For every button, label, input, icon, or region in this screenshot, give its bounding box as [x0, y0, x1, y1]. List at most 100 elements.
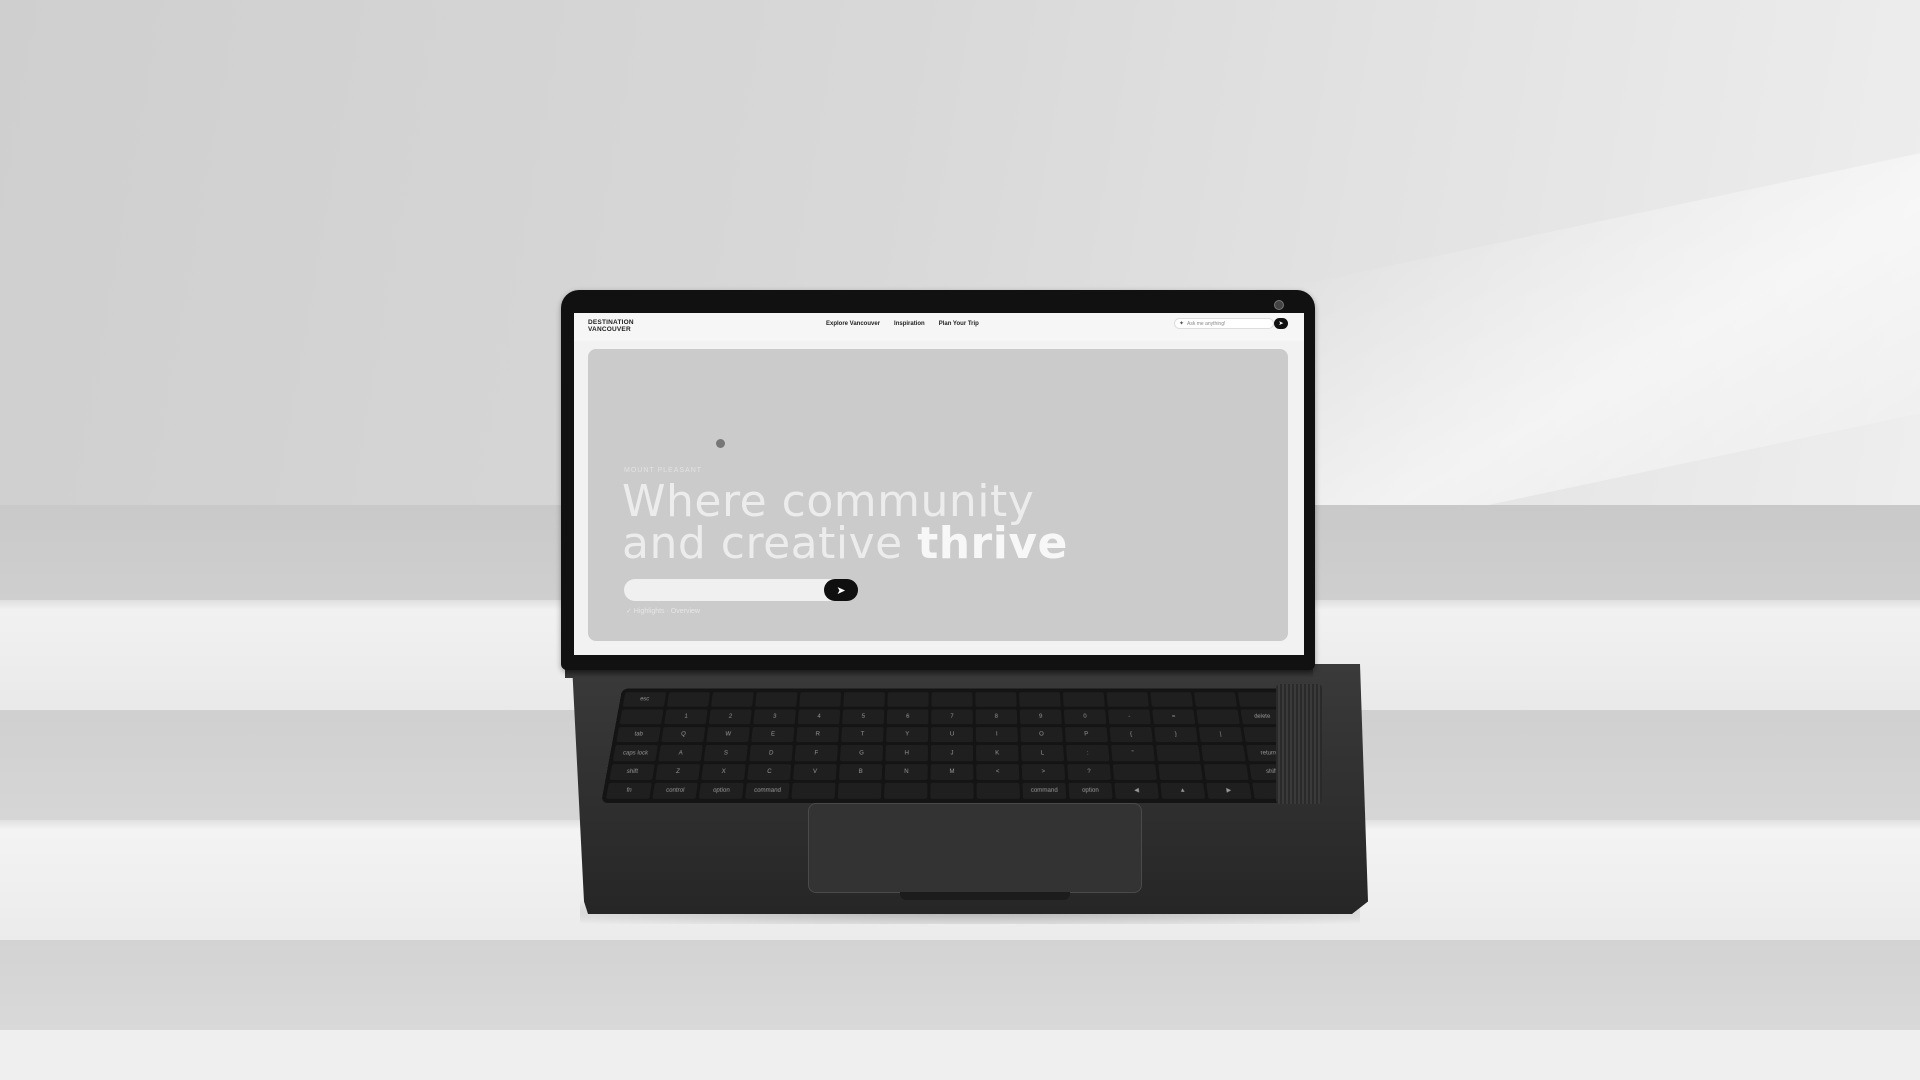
key-space — [791, 782, 836, 799]
key: C — [747, 763, 792, 780]
key — [1158, 763, 1203, 780]
sparkle-icon: ✦ — [1179, 321, 1185, 327]
key: J — [930, 745, 974, 761]
hero-search-input[interactable] — [624, 579, 856, 601]
site-logo[interactable]: DESTINATION VANCOUVER — [588, 319, 658, 333]
key-space — [884, 782, 928, 799]
key: 5 — [842, 709, 885, 725]
key — [799, 692, 842, 707]
key-command: command — [1022, 782, 1067, 799]
key-space — [837, 782, 882, 799]
nav-explore-vancouver[interactable]: Explore Vancouver — [826, 321, 880, 327]
key: = — [1152, 709, 1196, 725]
nav-inspiration[interactable]: Inspiration — [894, 321, 925, 327]
key: } — [1154, 727, 1198, 743]
key: 7 — [931, 709, 973, 725]
hero-title-emphasis: thrive — [917, 518, 1068, 569]
key-shift: shift — [609, 763, 655, 780]
key — [619, 709, 664, 725]
keyboard: esc 1 2 3 4 5 6 7 8 9 0 - = delete tab Q… — [601, 688, 1303, 803]
key: T — [841, 727, 884, 743]
key — [1203, 763, 1249, 780]
key-option: option — [698, 782, 744, 799]
key-control: control — [652, 782, 698, 799]
key: D — [749, 745, 793, 761]
key-tab: tab — [616, 727, 661, 743]
key-command: command — [745, 782, 790, 799]
key: 6 — [886, 709, 929, 725]
paper-plane-icon: ➤ — [836, 584, 846, 597]
key — [1019, 692, 1061, 707]
key: E — [751, 727, 795, 743]
hero-title: Where community and creative thrive — [622, 480, 1242, 566]
key — [755, 692, 798, 707]
key — [1112, 763, 1157, 780]
logo-line1: DESTINATION — [588, 319, 634, 326]
key-caps-lock: caps lock — [612, 745, 658, 761]
key: W — [706, 727, 750, 743]
key — [666, 692, 710, 707]
key: ▶ — [1206, 782, 1252, 799]
site-header: DESTINATION VANCOUVER Explore Vancouver … — [574, 313, 1304, 341]
key — [1062, 692, 1105, 707]
key-space — [930, 782, 974, 799]
key: X — [701, 763, 746, 780]
key: N — [884, 763, 928, 780]
key: B — [838, 763, 883, 780]
paper-plane-icon: ➤ — [1278, 321, 1284, 327]
key — [1150, 692, 1194, 707]
ask-placeholder: Ask me anything! — [1187, 320, 1226, 327]
laptop: esc 1 2 3 4 5 6 7 8 9 0 - = delete tab Q… — [0, 0, 1920, 1080]
key: - — [1108, 709, 1151, 725]
key: Y — [886, 727, 929, 743]
key: 4 — [797, 709, 841, 725]
key: : — [1066, 745, 1110, 761]
key: > — [1021, 763, 1066, 780]
key — [1196, 709, 1240, 725]
ask-input[interactable]: ✦ Ask me anything! — [1174, 318, 1274, 329]
trackpad — [808, 803, 1142, 893]
key: R — [796, 727, 840, 743]
hero-eyebrow: MOUNT PLEASANT — [624, 467, 703, 474]
key: U — [931, 727, 973, 743]
key: I — [975, 727, 1018, 743]
key: | — [1198, 727, 1243, 743]
key: Z — [655, 763, 701, 780]
hero-tags: ✓ Highlights · Overview — [626, 608, 700, 615]
key: 2 — [708, 709, 752, 725]
key: 9 — [1019, 709, 1062, 725]
key-esc: esc — [622, 692, 667, 707]
key — [843, 692, 885, 707]
key: M — [930, 763, 974, 780]
key: O — [1020, 727, 1063, 743]
key: < — [976, 763, 1020, 780]
key — [975, 692, 1017, 707]
hero-dot — [716, 439, 725, 448]
key: A — [658, 745, 703, 761]
key: 0 — [1063, 709, 1107, 725]
key-fn: fn — [606, 782, 652, 799]
key: L — [1021, 745, 1065, 761]
nav-plan-your-trip[interactable]: Plan Your Trip — [939, 321, 979, 327]
key: F — [794, 745, 838, 761]
ask-send-button[interactable]: ➤ — [1274, 318, 1288, 329]
key: ▲ — [1160, 782, 1206, 799]
key — [1237, 692, 1282, 707]
logo-line2: VANCOUVER — [588, 326, 631, 333]
main-nav: Explore Vancouver Inspiration Plan Your … — [826, 321, 979, 327]
camera-icon — [1274, 300, 1284, 310]
key — [931, 692, 973, 707]
key: ? — [1067, 763, 1112, 780]
hero-title-line2: and creative — [622, 518, 918, 569]
key-option: option — [1068, 782, 1113, 799]
key: H — [885, 745, 928, 761]
key: ◀ — [1114, 782, 1159, 799]
key: G — [839, 745, 883, 761]
display: DESTINATION VANCOUVER Explore Vancouver … — [574, 313, 1304, 655]
key: { — [1109, 727, 1153, 743]
key — [887, 692, 929, 707]
key: V — [792, 763, 837, 780]
hero-send-button[interactable]: ➤ — [824, 579, 858, 601]
key — [1156, 745, 1201, 761]
key-space — [976, 782, 1020, 799]
